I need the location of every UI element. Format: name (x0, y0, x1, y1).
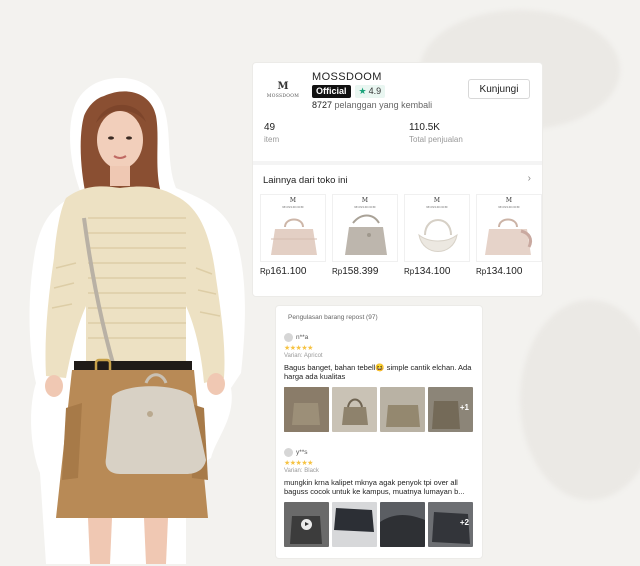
review-header: y**s (284, 448, 476, 457)
bucket-bag-icon (345, 214, 387, 255)
product-image[interactable]: M MOSSDOOM (332, 194, 398, 262)
store-logo-mark: M (277, 80, 289, 92)
returning-label: pelanggan yang kembali (334, 100, 433, 110)
price-amount: 134.100 (414, 266, 451, 277)
review-photo[interactable] (284, 387, 329, 432)
product-price: Rp134.100 (404, 266, 470, 277)
model-photo (26, 78, 262, 564)
price-currency: Rp (260, 267, 271, 276)
price-amount: 134.100 (486, 266, 523, 277)
avatar (284, 333, 293, 342)
review-stars: ★★★★★ (284, 345, 313, 352)
chevron-right-icon[interactable]: › (528, 173, 531, 184)
store-badges: Official ★ 4.9 (312, 85, 386, 98)
tote-bag-icon (271, 218, 317, 255)
review-photo[interactable] (332, 387, 377, 432)
stat-items: 49 item (264, 122, 279, 144)
review-photo[interactable]: +2 (428, 502, 473, 547)
price-currency: Rp (476, 267, 487, 276)
avatar (284, 448, 293, 457)
play-icon[interactable] (301, 519, 312, 530)
review-video[interactable] (284, 502, 329, 547)
review-text: Bagus banget, bahan tebell😆 simple canti… (284, 363, 472, 381)
review-stars: ★★★★★ (284, 460, 313, 467)
returning-customers: 8727 pelanggan yang kembali (312, 100, 432, 110)
review-header: n**a (284, 333, 476, 342)
product-card[interactable]: M MOSSDOOM Rp161.100 (260, 194, 326, 277)
product-image[interactable]: M MOSSDOOM (476, 194, 542, 262)
rating-badge: ★ 4.9 (354, 85, 386, 98)
product-image[interactable]: M MOSSDOOM (260, 194, 326, 262)
price-currency: Rp (404, 267, 415, 276)
section-divider (253, 161, 542, 165)
stat-label: item (264, 135, 280, 144)
reviews-card: Pengulasan barang repost (97) n**a ★★★★★… (276, 306, 482, 558)
background-texture (520, 300, 640, 500)
product-image[interactable]: M MOSSDOOM (404, 194, 470, 262)
stat-value: 49 (264, 122, 276, 133)
review-photo[interactable] (380, 502, 425, 547)
store-rating: 4.9 (368, 86, 382, 96)
review-item: y**s ★★★★★ Varian: Black mungkin krna ka… (284, 448, 476, 547)
brand-logo-mark: M (289, 197, 297, 204)
reviews-title[interactable]: Pengulasan barang repost (97) (288, 314, 378, 321)
review-photo[interactable] (380, 387, 425, 432)
brand-logo-mark: M (505, 197, 513, 204)
store-logo[interactable]: M MOSSDOOM (264, 77, 302, 103)
store-card: M MOSSDOOM MOSSDOOM Official ★ 4.9 8727 … (253, 63, 542, 296)
review-photos: +1 (284, 387, 476, 432)
scarf-tote-bag-icon (485, 218, 533, 255)
product-price: Rp161.100 (260, 266, 326, 277)
review-photos: +2 (284, 502, 476, 547)
price-currency: Rp (332, 267, 343, 276)
product-card[interactable]: M MOSSDOOM Rp158.399 (332, 194, 398, 277)
brand-logo-mark: M (433, 197, 441, 204)
returning-count: 8727 (312, 100, 333, 110)
review-photo[interactable] (332, 502, 377, 547)
hobo-bag-icon (418, 219, 458, 252)
stat-total-sales: 110.5K Total penjualan (409, 122, 463, 144)
brand-logo-mark: M (361, 197, 369, 204)
product-price: Rp158.399 (332, 266, 398, 277)
price-amount: 161.100 (270, 266, 307, 277)
more-from-store-title[interactable]: Lainnya dari toko ini (263, 175, 348, 186)
more-photos-count: +1 (459, 403, 469, 412)
review-variant: Varian: Black (284, 468, 319, 474)
store-logo-word: MOSSDOOM (266, 93, 300, 99)
review-text: mungkin krna kalipet mknya agak penyok t… (284, 478, 465, 496)
review-item: n**a ★★★★★ Varian: Apricot Bagus banget,… (284, 333, 476, 432)
official-badge: Official (312, 85, 351, 98)
stat-value: 110.5K (409, 122, 440, 133)
more-photos-count: +2 (459, 518, 469, 527)
product-carousel[interactable]: M MOSSDOOM Rp161.100 M MOSSDOOM Rp158.39… (260, 194, 542, 282)
star-icon: ★ (358, 86, 367, 96)
visit-store-button[interactable]: Kunjungi (468, 79, 530, 99)
price-amount: 158.399 (342, 266, 379, 277)
store-name[interactable]: MOSSDOOM (312, 71, 382, 83)
reviewer-name: y**s (296, 449, 308, 456)
product-card[interactable]: M MOSSDOOM Rp134.100 (404, 194, 470, 277)
review-photo[interactable]: +1 (428, 387, 473, 432)
review-variant: Varian: Apricot (284, 353, 323, 359)
product-price: Rp134.100 (476, 266, 542, 277)
product-card[interactable]: M MOSSDOOM Rp134.100 (476, 194, 542, 277)
stat-label: Total penjualan (409, 135, 463, 144)
reviewer-name: n**a (296, 334, 309, 341)
